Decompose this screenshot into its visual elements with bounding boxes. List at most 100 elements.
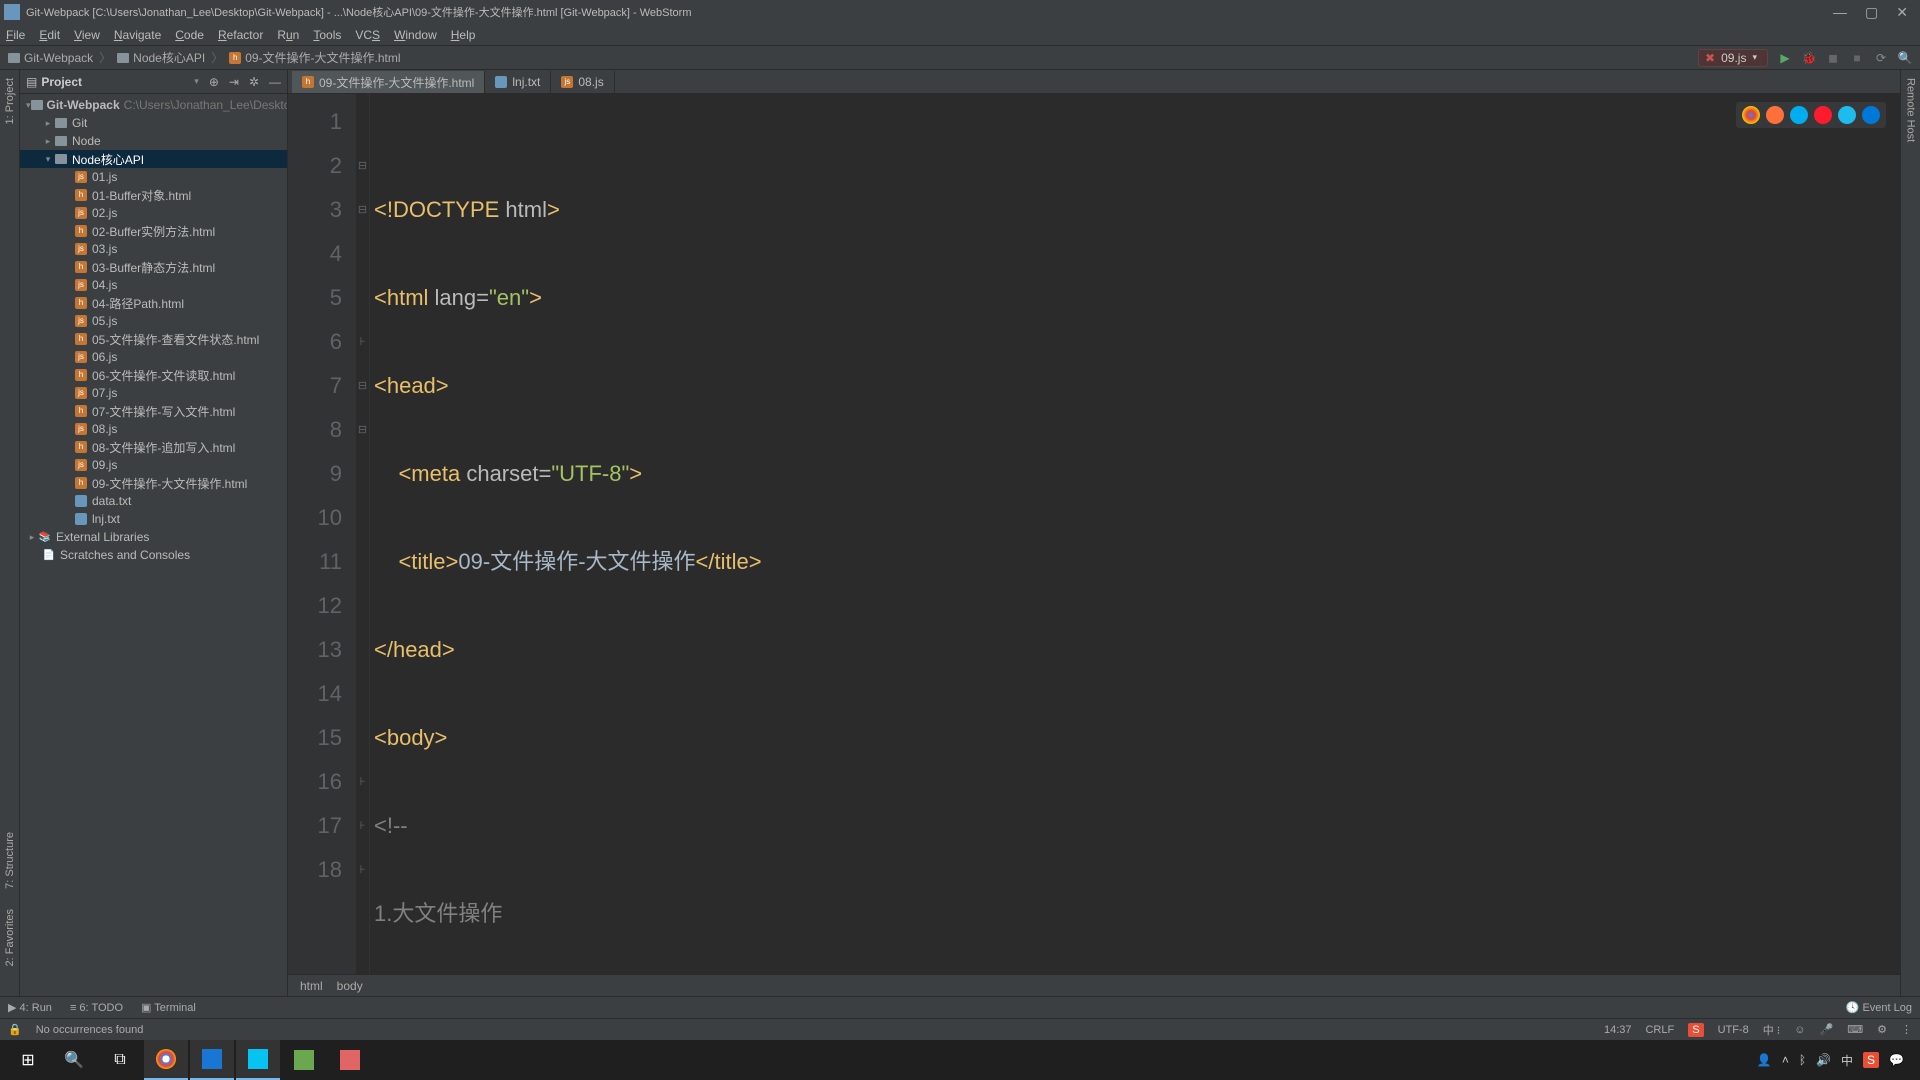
- tree-file[interactable]: h02-Buffer实例方法.html: [20, 222, 287, 240]
- tree-file[interactable]: js05.js: [20, 312, 287, 330]
- run-config-selector[interactable]: ✖ 09.js ▾: [1698, 49, 1768, 67]
- project-tree[interactable]: ▾ Git-Webpack C:\Users\Jonathan_Lee\Desk…: [20, 94, 287, 996]
- opera-icon[interactable]: [1814, 106, 1832, 124]
- crumb-body[interactable]: body: [337, 979, 363, 993]
- menu-refactor[interactable]: Refactor: [218, 28, 263, 42]
- stop-button[interactable]: ■: [1850, 51, 1864, 65]
- safari-icon[interactable]: [1790, 106, 1808, 124]
- start-button[interactable]: ⊞: [6, 1040, 50, 1080]
- left-panel-project[interactable]: 1: Project: [4, 78, 16, 124]
- collapse-icon[interactable]: ⇥: [229, 75, 239, 89]
- code-content[interactable]: <!DOCTYPE html> <html lang="en"> <head> …: [370, 94, 1900, 974]
- tool-run[interactable]: ▶ 4: Run: [8, 1001, 52, 1014]
- tray-notif-icon[interactable]: 💬: [1889, 1053, 1904, 1067]
- status-mic-icon[interactable]: 🎤: [1820, 1023, 1834, 1036]
- taskview-button[interactable]: ⧉: [98, 1040, 142, 1080]
- status-separator[interactable]: CRLF: [1645, 1024, 1674, 1036]
- menu-code[interactable]: Code: [175, 28, 204, 42]
- left-panel-favorites[interactable]: 2: Favorites: [4, 909, 16, 966]
- crumb-html[interactable]: html: [300, 979, 323, 993]
- fold-bar[interactable]: ⊟⊟ ⊦⊟⊟ ⊦⊦⊦: [356, 94, 370, 974]
- tree-file[interactable]: h09-文件操作-大文件操作.html: [20, 474, 287, 492]
- tray-up-icon[interactable]: ˄: [1782, 1053, 1789, 1067]
- menu-window[interactable]: Window: [394, 28, 437, 42]
- coverage-button[interactable]: ◼: [1826, 51, 1840, 65]
- breadcrumb[interactable]: Git-Webpack 〉 Node核心API 〉 h 09-文件操作-大文件操…: [8, 49, 401, 66]
- tree-file[interactable]: h04-路径Path.html: [20, 294, 287, 312]
- tree-scratches[interactable]: 📄 Scratches and Consoles: [20, 546, 287, 564]
- tree-file[interactable]: h01-Buffer对象.html: [20, 186, 287, 204]
- chrome-icon[interactable]: [1742, 106, 1760, 124]
- tree-file[interactable]: h03-Buffer静态方法.html: [20, 258, 287, 276]
- tree-file[interactable]: js03.js: [20, 240, 287, 258]
- locate-icon[interactable]: ⊕: [209, 75, 219, 89]
- debug-button[interactable]: 🐞: [1802, 51, 1816, 65]
- status-ime-icon[interactable]: S: [1688, 1023, 1703, 1037]
- app2-taskbar-icon[interactable]: [282, 1040, 326, 1080]
- tree-folder-node[interactable]: ▸ Node: [20, 132, 287, 150]
- menu-help[interactable]: Help: [451, 28, 476, 42]
- tree-folder-git[interactable]: ▸ Git: [20, 114, 287, 132]
- tray-people-icon[interactable]: 👤: [1757, 1053, 1772, 1067]
- close-button[interactable]: ✕: [1896, 4, 1908, 21]
- webstorm-taskbar-icon[interactable]: [236, 1040, 280, 1080]
- tree-root[interactable]: ▾ Git-Webpack C:\Users\Jonathan_Lee\Desk…: [20, 96, 287, 114]
- tree-file[interactable]: data.txt: [20, 492, 287, 510]
- tree-file[interactable]: lnj.txt: [20, 510, 287, 528]
- search-button[interactable]: 🔍: [1898, 51, 1912, 65]
- menu-edit[interactable]: Edit: [39, 28, 60, 42]
- tree-file[interactable]: js01.js: [20, 168, 287, 186]
- menu-view[interactable]: View: [74, 28, 100, 42]
- search-button[interactable]: 🔍: [52, 1040, 96, 1080]
- tool-eventlog[interactable]: 🕓 Event Log: [1846, 1001, 1912, 1014]
- tree-file[interactable]: js09.js: [20, 456, 287, 474]
- firefox-icon[interactable]: [1766, 106, 1784, 124]
- hide-icon[interactable]: —: [269, 75, 281, 89]
- menu-file[interactable]: File: [6, 28, 25, 42]
- tree-file[interactable]: js02.js: [20, 204, 287, 222]
- settings-icon[interactable]: ✲: [249, 75, 259, 89]
- menu-run[interactable]: Run: [277, 28, 299, 42]
- tab-08js[interactable]: js 08.js: [551, 71, 614, 93]
- menu-navigate[interactable]: Navigate: [114, 28, 161, 42]
- status-emoji-icon[interactable]: ☺: [1794, 1024, 1805, 1036]
- right-panel-remote[interactable]: Remote Host: [1905, 78, 1917, 142]
- edge-icon[interactable]: [1862, 106, 1880, 124]
- code-editor[interactable]: 123456789 101112131415161718 ⊟⊟ ⊦⊟⊟ ⊦⊦⊦ …: [288, 94, 1900, 974]
- update-button[interactable]: ⟳: [1874, 51, 1888, 65]
- run-button[interactable]: ▶: [1778, 51, 1792, 65]
- tray-vol-icon[interactable]: 🔊: [1816, 1053, 1831, 1067]
- tree-file[interactable]: js06.js: [20, 348, 287, 366]
- tab-lnjtxt[interactable]: lnj.txt: [485, 71, 551, 93]
- tree-external[interactable]: ▸📚 External Libraries: [20, 528, 287, 546]
- project-header-label[interactable]: Project: [41, 75, 194, 89]
- tree-file[interactable]: js08.js: [20, 420, 287, 438]
- tree-file[interactable]: js04.js: [20, 276, 287, 294]
- menu-tools[interactable]: Tools: [313, 28, 341, 42]
- maximize-button[interactable]: ▢: [1865, 4, 1878, 21]
- tree-folder-nodeapi[interactable]: ▾ Node核心API: [20, 150, 287, 168]
- minimize-button[interactable]: —: [1833, 4, 1847, 21]
- tab-09html[interactable]: h 09-文件操作-大文件操作.html: [292, 71, 485, 93]
- tree-file[interactable]: h05-文件操作-查看文件状态.html: [20, 330, 287, 348]
- status-ime-zh[interactable]: 中 ⁝: [1763, 1022, 1781, 1038]
- chrome-taskbar-icon[interactable]: [144, 1040, 188, 1080]
- status-encoding[interactable]: UTF-8: [1718, 1024, 1749, 1036]
- ie-icon[interactable]: [1838, 106, 1856, 124]
- status-settings-icon[interactable]: ⚙: [1877, 1023, 1887, 1036]
- menu-vcs[interactable]: VCS: [355, 28, 380, 42]
- status-keyboard-icon[interactable]: ⌨: [1847, 1023, 1863, 1036]
- tree-file[interactable]: js07.js: [20, 384, 287, 402]
- tree-file[interactable]: h06-文件操作-文件读取.html: [20, 366, 287, 384]
- tray-s-icon[interactable]: S: [1863, 1052, 1879, 1068]
- tray-ime-icon[interactable]: 中: [1841, 1052, 1853, 1069]
- tray-bt-icon[interactable]: ᛒ: [1799, 1053, 1806, 1067]
- status-position[interactable]: 14:37: [1604, 1024, 1632, 1036]
- tree-file[interactable]: h08-文件操作-追加写入.html: [20, 438, 287, 456]
- tool-todo[interactable]: ≡ 6: TODO: [70, 1002, 123, 1014]
- tool-terminal[interactable]: ▣ Terminal: [141, 1001, 196, 1014]
- app3-taskbar-icon[interactable]: [328, 1040, 372, 1080]
- status-lock-icon[interactable]: 🔒: [8, 1023, 22, 1036]
- left-panel-structure[interactable]: 7: Structure: [4, 832, 16, 889]
- tree-file[interactable]: h07-文件操作-写入文件.html: [20, 402, 287, 420]
